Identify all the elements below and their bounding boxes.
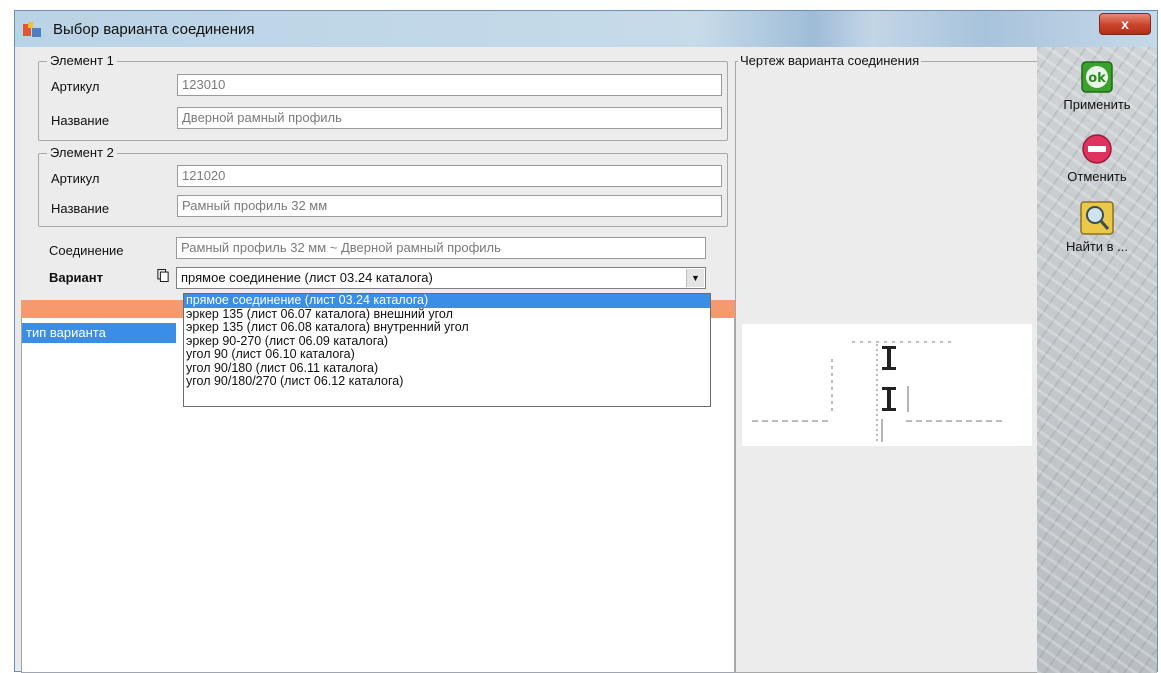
variant-label: Вариант [49,270,103,285]
connection-drawing [742,324,1032,446]
find-button[interactable]: Найти в ... [1037,201,1157,254]
element2-article-label: Артикул [51,171,100,186]
find-button-label: Найти в ... [1065,239,1129,254]
connection-field[interactable]: Рамный профиль 32 мм ~ Дверной рамный пр… [176,237,706,259]
element1-name-label: Название [51,113,110,128]
ok-icon: ok [1081,61,1113,93]
dropdown-option[interactable]: эркер 135 (лист 06.08 каталога) внутренн… [184,321,710,335]
element2-group: Элемент 2 Артикул 121020 Название Рамный… [38,145,728,227]
copy-icon[interactable] [157,268,169,283]
chevron-down-icon[interactable]: ▼ [686,269,704,287]
element2-legend: Элемент 2 [47,145,117,160]
variant-selected-value: прямое соединение (лист 03.24 каталога) [181,270,433,285]
connection-label: Соединение [49,243,124,258]
apply-button-label: Применить [1063,97,1131,112]
dropdown-option[interactable]: угол 90/180 (лист 06.11 каталога) [184,361,710,376]
drawing-legend: Чертеж варианта соединения [738,53,922,68]
main-panel: Элемент 1 Артикул 123010 Название Дверно… [21,47,1043,673]
dropdown-option[interactable]: прямое соединение (лист 03.24 каталога) [184,294,710,308]
magnifier-icon [1080,201,1114,235]
stop-icon [1082,134,1112,164]
side-action-panel: ok Применить Отменить Найти в ... [1037,47,1157,673]
dropdown-option[interactable]: угол 90 (лист 06.10 каталога) [184,348,710,362]
cancel-button-label: Отменить [1067,169,1127,184]
variant-select[interactable]: прямое соединение (лист 03.24 каталога) … [176,267,706,289]
drawing-panel: Чертеж варианта соединения [735,53,1043,673]
cancel-button[interactable]: Отменить [1037,133,1157,184]
element1-legend: Элемент 1 [47,53,117,68]
app-icon [23,22,41,37]
element1-article-field[interactable]: 123010 [177,74,722,96]
element2-name-field[interactable]: Рамный профиль 32 мм [177,195,722,217]
variant-dropdown-list[interactable]: прямое соединение (лист 03.24 каталога) … [183,293,711,407]
window-title: Выбор варианта соединения [53,21,255,38]
element1-article-label: Артикул [51,79,100,94]
dropdown-option[interactable]: угол 90/180/270 (лист 06.12 каталога) [184,375,710,389]
profile-drawing-image [752,341,1004,442]
apply-button[interactable]: ok Применить [1037,61,1157,112]
element2-article-field[interactable]: 121020 [177,165,722,187]
dropdown-option[interactable]: эркер 90-270 (лист 06.09 каталога) [184,334,710,349]
element1-group: Элемент 1 Артикул 123010 Название Дверно… [38,53,728,141]
dialog-window: Выбор варианта соединения x Элемент 1 Ар… [14,10,1158,673]
svg-text:ok: ok [1088,71,1106,86]
element1-name-field[interactable]: Дверной рамный профиль [177,107,722,129]
element2-name-label: Название [51,201,110,216]
title-bar[interactable]: Выбор варианта соединения x [15,11,1157,47]
dropdown-option[interactable]: эркер 135 (лист 06.07 каталога) внешний … [184,307,710,322]
list-item-variant-type[interactable]: тип варианта [22,323,176,343]
close-button[interactable]: x [1099,13,1151,35]
